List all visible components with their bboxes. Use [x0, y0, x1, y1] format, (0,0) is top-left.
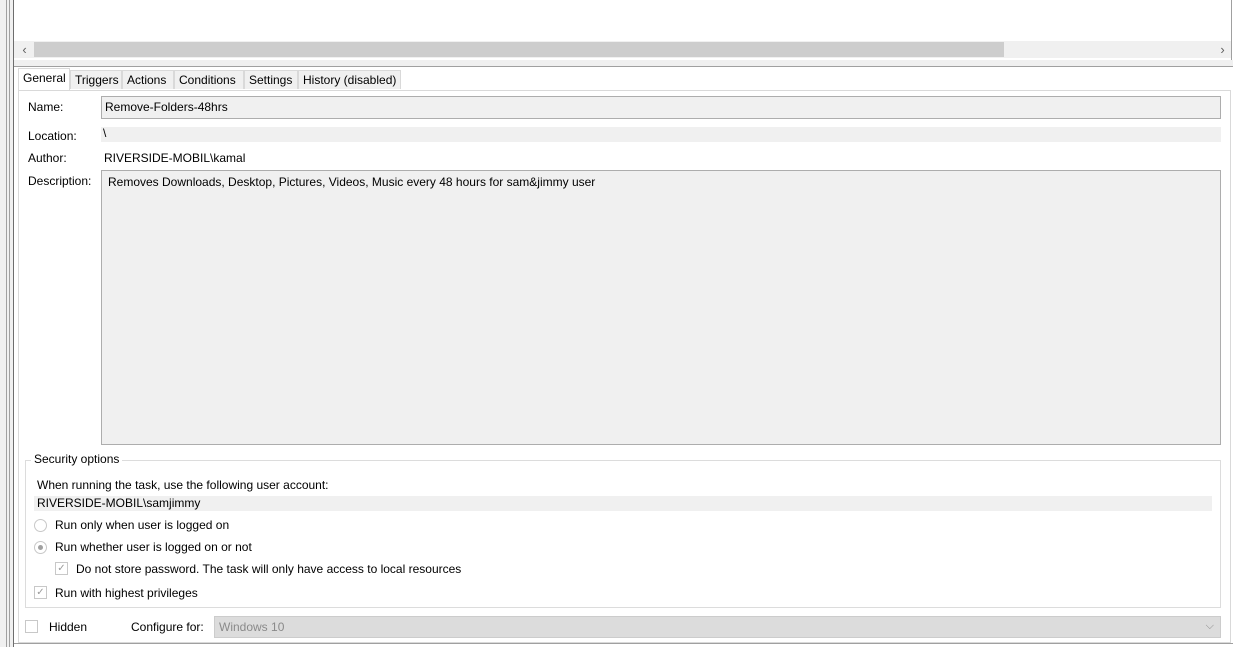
- run-whether-logged-on-radio[interactable]: [34, 541, 47, 554]
- configure-for-value: Windows 10: [219, 620, 285, 634]
- left-pane-splitter[interactable]: [0, 0, 14, 647]
- location-label: Location:: [28, 129, 77, 143]
- splitter-line: [13, 0, 14, 647]
- splitter-line: [9, 0, 10, 647]
- tab-triggers[interactable]: Triggers: [70, 70, 122, 89]
- description-label: Description:: [28, 174, 92, 188]
- run-only-logged-on-radio[interactable]: [34, 519, 47, 532]
- name-label: Name:: [28, 100, 64, 114]
- do-not-store-password-label[interactable]: Do not store password. The task will onl…: [76, 562, 461, 576]
- pane-splitter[interactable]: [14, 60, 1233, 67]
- run-only-logged-on-label[interactable]: Run only when user is logged on: [55, 518, 229, 532]
- account-prompt: When running the task, use the following…: [37, 478, 329, 492]
- location-value: \: [101, 127, 1221, 142]
- name-field[interactable]: Remove-Folders-48hrs: [101, 96, 1221, 119]
- tab-history[interactable]: History (disabled): [298, 70, 401, 89]
- splitter-line: [6, 0, 7, 647]
- hidden-checkbox[interactable]: [25, 620, 38, 633]
- author-label: Author:: [28, 151, 67, 165]
- scrollbar-thumb[interactable]: [34, 42, 1004, 57]
- bottom-border: [14, 643, 1233, 644]
- do-not-store-password-checkbox[interactable]: ✓: [55, 562, 68, 575]
- author-value: RIVERSIDE-MOBIL\kamal: [104, 151, 246, 165]
- horizontal-scrollbar[interactable]: ‹ ›: [14, 41, 1231, 58]
- run-whether-logged-on-label[interactable]: Run whether user is logged on or not: [55, 540, 252, 554]
- description-textarea[interactable]: Removes Downloads, Desktop, Pictures, Vi…: [101, 170, 1221, 445]
- chevron-down-icon: ⌵: [1205, 620, 1214, 632]
- security-options-legend: Security options: [31, 452, 123, 466]
- tab-general[interactable]: General: [18, 68, 70, 90]
- scroll-left-icon[interactable]: ‹: [16, 41, 33, 58]
- tab-settings[interactable]: Settings: [244, 70, 298, 89]
- configure-for-label: Configure for:: [131, 620, 204, 634]
- configure-for-select[interactable]: Windows 10 ⌵: [214, 616, 1221, 638]
- user-account-value: RIVERSIDE-MOBIL\samjimmy: [34, 496, 1212, 511]
- hidden-label[interactable]: Hidden: [49, 620, 87, 634]
- tab-conditions[interactable]: Conditions: [174, 70, 244, 89]
- highest-privileges-checkbox[interactable]: ✓: [34, 586, 47, 599]
- highest-privileges-label[interactable]: Run with highest privileges: [55, 586, 198, 600]
- tab-actions[interactable]: Actions: [122, 70, 174, 89]
- scroll-right-icon[interactable]: ›: [1214, 41, 1231, 58]
